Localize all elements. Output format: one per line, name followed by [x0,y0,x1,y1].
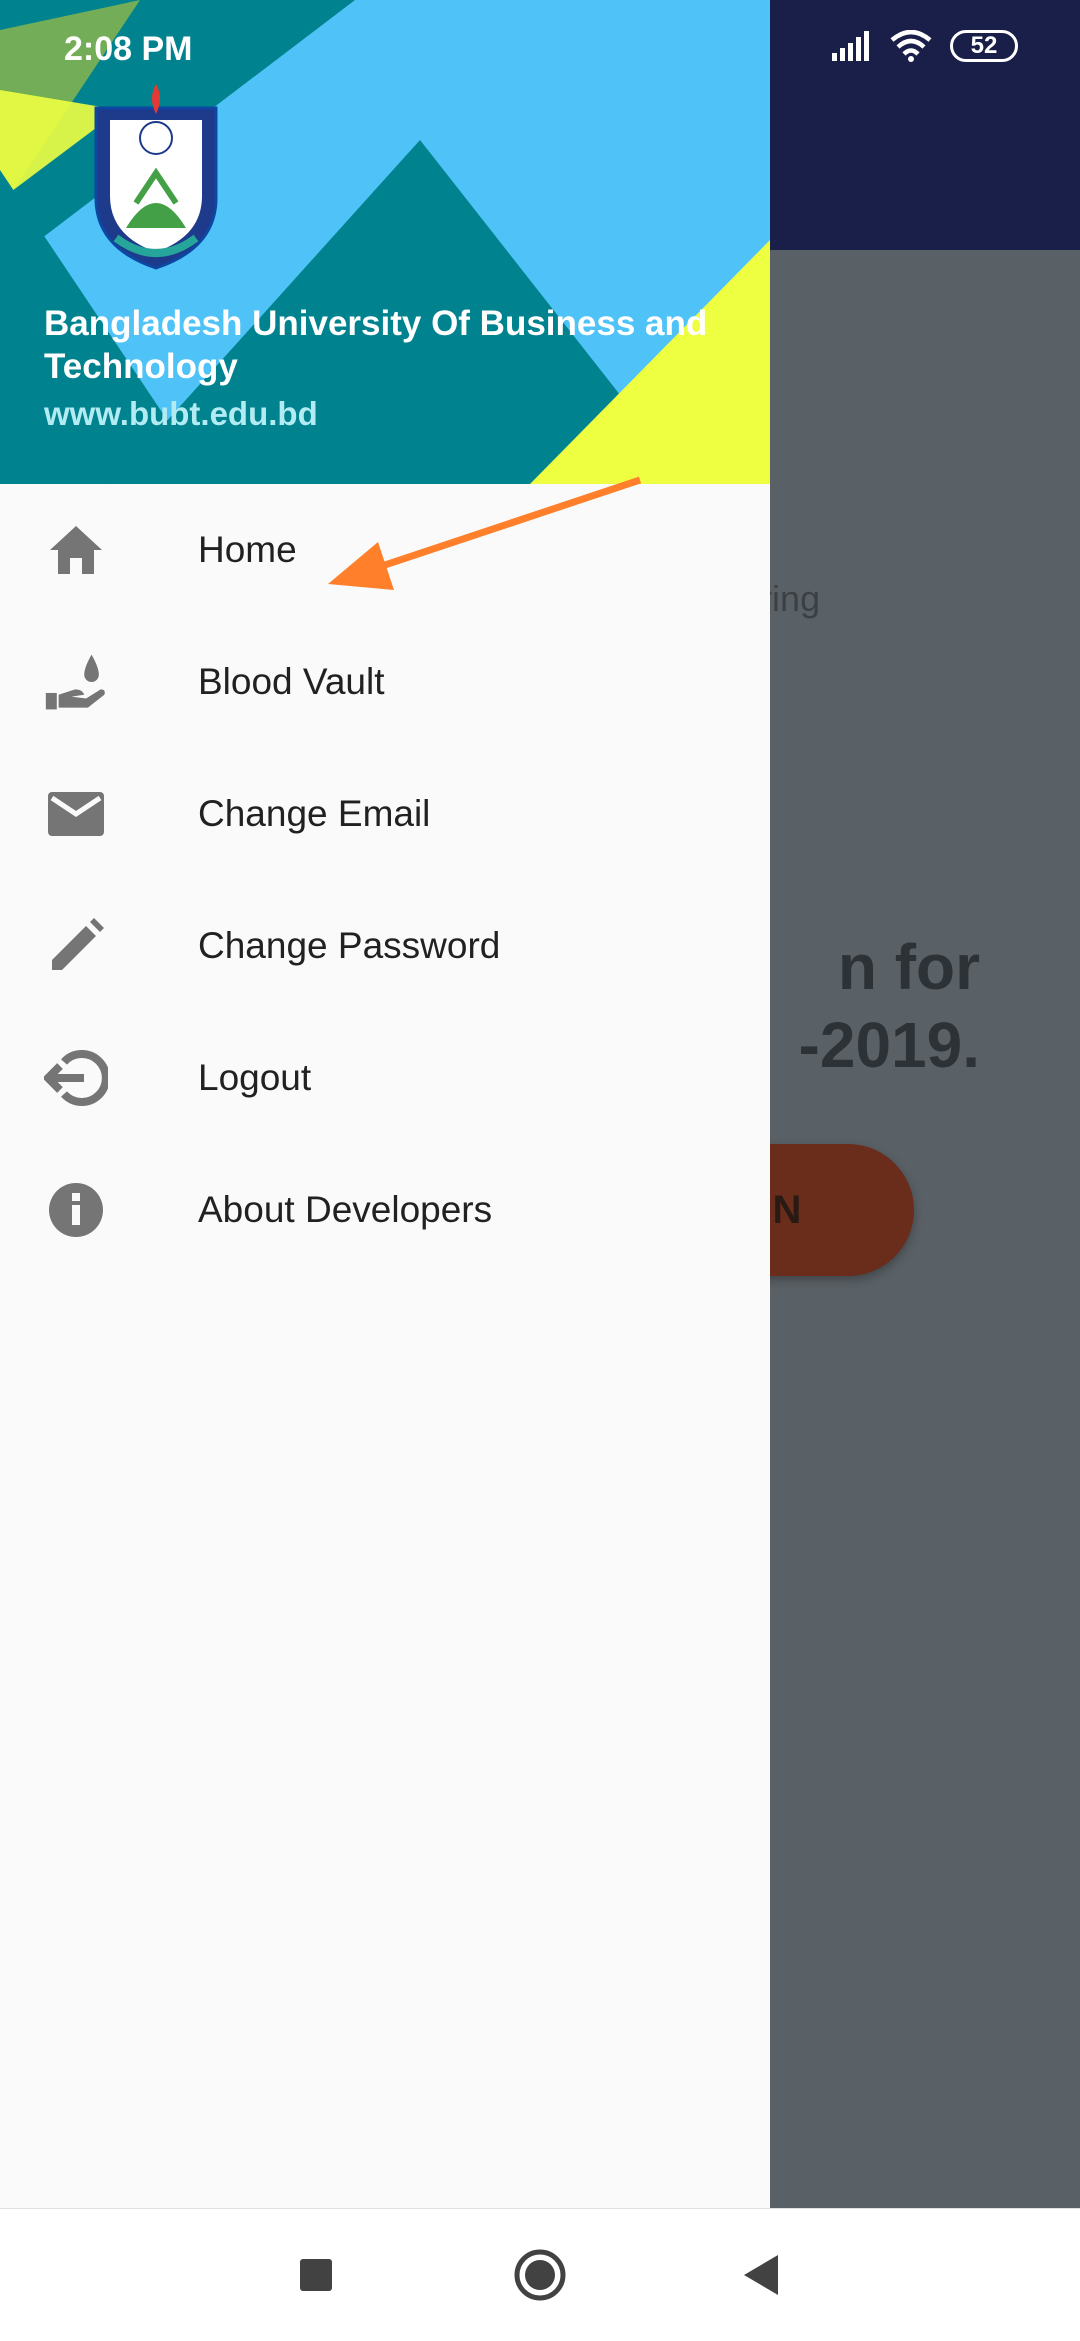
drawer-menu: Home Blood Vault Change Email Change Pas… [0,484,770,1276]
recents-button[interactable] [284,2243,348,2307]
menu-item-label: Change Password [198,925,501,966]
university-name: Bangladesh University Of Business and Te… [44,304,708,386]
menu-item-change-password[interactable]: Change Password [0,880,770,1012]
home-button[interactable] [508,2243,572,2307]
menu-item-label: Change Email [198,793,431,834]
info-icon [44,1178,108,1242]
menu-item-change-email[interactable]: Change Email [0,748,770,880]
annotation-arrow [328,476,642,590]
pencil-icon [44,914,108,978]
navigation-drawer: Bangladesh University Of Business and Te… [0,0,770,2208]
menu-item-blood-vault[interactable]: Blood Vault [0,616,770,748]
battery-icon: 52 [950,30,1018,62]
menu-item-logout[interactable]: Logout [0,1012,770,1144]
navigation-bar [0,2208,1080,2341]
menu-item-label: About Developers [198,1189,493,1230]
university-logo [94,84,218,270]
university-website[interactable]: www.bubt.edu.bd [44,395,318,433]
blood-donation-icon [44,650,108,714]
status-bar: 2:08 PM 52 [0,0,1080,96]
logout-icon [44,1046,108,1110]
menu-item-about-developers[interactable]: About Developers [0,1144,770,1276]
wifi-icon [890,30,932,62]
signal-icon [832,31,869,61]
menu-item-label: Home [198,529,297,570]
back-button[interactable] [728,2243,792,2307]
battery-level: 52 [970,32,998,59]
home-icon [44,518,108,582]
email-icon [44,782,108,846]
menu-item-label: Blood Vault [198,661,385,702]
status-time: 2:08 PM [64,30,193,68]
menu-item-label: Logout [198,1057,312,1098]
status-icons: 52 [832,30,1018,62]
